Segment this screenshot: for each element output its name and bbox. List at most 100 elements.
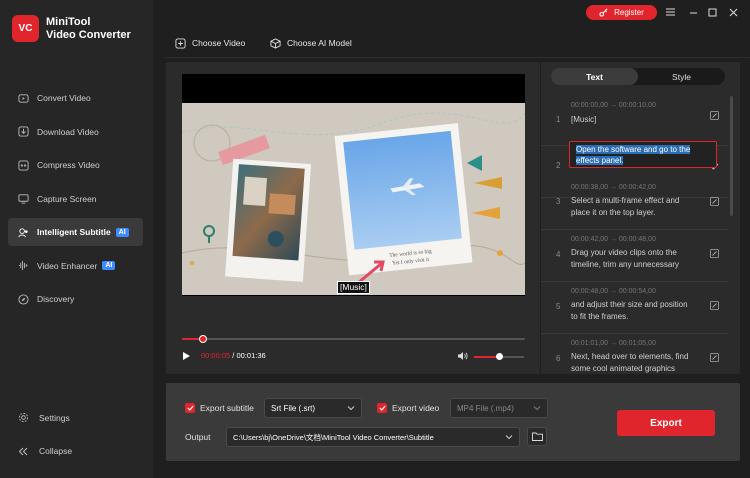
play-button[interactable]: [181, 351, 191, 361]
current-time: 00:00:05: [201, 351, 231, 360]
subtitle-index: 5: [556, 302, 561, 311]
export-button[interactable]: Export: [617, 410, 715, 436]
subtitle-text: Next, head over to elements, find some c…: [571, 352, 689, 373]
video-subtitle-overlay: [Music]: [337, 281, 370, 294]
subtitle-timecode: 00:01:01,00 → 00:01:05,00: [571, 340, 656, 347]
subtitle-index: 2: [556, 161, 561, 170]
brand: VC MiniTool Video Converter: [12, 15, 131, 42]
subtitle-text: [Music]: [571, 115, 597, 124]
edit-icon[interactable]: [710, 249, 719, 258]
key-icon: [599, 8, 608, 17]
sidebar-item-video-enhancer[interactable]: Video Enhancer AI: [8, 252, 143, 280]
sidebar: VC MiniTool Video Converter Convert Vide…: [0, 0, 153, 478]
toolbar-divider: [165, 57, 750, 58]
video-format-select[interactable]: MP4 File (.mp4): [450, 398, 548, 418]
subtitle-tabs: Text Style: [551, 68, 725, 85]
menu-icon[interactable]: [663, 5, 677, 19]
edit-icon[interactable]: [710, 301, 719, 310]
subtitle-format-value: Srt File (.srt): [271, 403, 315, 413]
collapse-label: Collapse: [39, 446, 73, 456]
edit-icon[interactable]: [710, 197, 719, 206]
choose-ai-model-button[interactable]: Choose AI Model: [270, 35, 352, 51]
sidebar-item-intelligent-subtitle[interactable]: Intelligent Subtitle AI: [8, 218, 143, 246]
check-icon: [186, 405, 194, 411]
subtitle-format-select[interactable]: Srt File (.srt): [264, 398, 362, 418]
output-path-select[interactable]: C:\Users\bj\OneDrive\文档\MiniTool Video C…: [226, 427, 520, 447]
sidebar-item-download-video[interactable]: Download Video: [8, 118, 143, 146]
sidebar-item-label: Capture Screen: [37, 193, 97, 204]
subtitle-scrollbar[interactable]: [730, 96, 733, 216]
sidebar-item-capture-screen[interactable]: Capture Screen: [8, 185, 143, 213]
sidebar-item-label: Discovery: [37, 294, 75, 304]
play-icon: [183, 352, 190, 360]
close-icon[interactable]: [726, 5, 740, 19]
app-name-line1: MiniTool: [46, 15, 91, 28]
double-chevron-left-icon: [17, 447, 29, 456]
sidebar-item-convert-video[interactable]: Convert Video: [8, 84, 143, 112]
choose-video-button[interactable]: Choose Video: [175, 35, 245, 51]
choose-video-label: Choose Video: [192, 38, 246, 48]
chevron-down-icon: [347, 406, 355, 411]
export-subtitle-checkbox[interactable]: [185, 403, 195, 413]
settings-button[interactable]: Settings: [17, 412, 137, 423]
register-label: Register: [614, 8, 644, 17]
subtitle-row[interactable]: 1 00:00:00,00 → 00:00:10,00 [Music]: [541, 94, 728, 146]
tab-style[interactable]: Style: [638, 68, 725, 85]
app-name-line2: Video Converter: [46, 28, 131, 41]
subtitle-row[interactable]: 3 00:00:38,00 → 00:00:42,00 Select a mul…: [541, 178, 728, 230]
check-icon: [378, 405, 386, 411]
output-label: Output: [185, 432, 211, 442]
volume-slider[interactable]: [474, 353, 524, 360]
plus-square-icon: [175, 37, 186, 49]
subtitle-row[interactable]: 5 00:00:48,00 → 00:00:54,00 and adjust t…: [541, 282, 728, 334]
compress-icon: [17, 159, 29, 171]
time-display: 00:00:05 / 00:01:36: [201, 351, 266, 360]
sidebar-item-discovery[interactable]: Discovery: [8, 285, 143, 313]
subtitle-icon: [17, 226, 29, 238]
ai-badge: AI: [102, 261, 116, 270]
subtitle-row[interactable]: 6 00:01:01,00 → 00:01:05,00 Next, head o…: [541, 334, 728, 374]
enhancer-icon: [17, 260, 29, 272]
capture-icon: [17, 193, 29, 205]
subtitle-timecode: 00:00:48,00 → 00:00:54,00: [571, 288, 656, 295]
settings-label: Settings: [39, 412, 70, 423]
subtitle-edit-field[interactable]: Open the software and go to the effects …: [569, 141, 717, 168]
subtitle-row[interactable]: 4 00:00:42,00 → 00:00:48,00 Drag your vi…: [541, 230, 728, 282]
sidebar-nav: Convert Video Download Video Compress Vi…: [8, 84, 143, 319]
sidebar-item-label: Download Video: [37, 126, 99, 137]
export-subtitle-label: Export subtitle: [200, 403, 254, 413]
chevron-down-icon: [533, 406, 541, 411]
total-time: 00:01:36: [236, 351, 266, 360]
sidebar-item-label: Video Enhancer: [37, 260, 98, 271]
subtitle-edit-text: Open the software and go to the effects …: [576, 145, 691, 165]
sidebar-item-compress-video[interactable]: Compress Video: [8, 151, 143, 179]
minimize-icon[interactable]: [686, 5, 700, 19]
progress-handle[interactable]: [198, 335, 207, 343]
volume-handle[interactable]: [495, 353, 503, 360]
progress-bar[interactable]: [182, 335, 525, 343]
cube-icon: [270, 37, 281, 49]
subtitle-index: 6: [556, 354, 561, 363]
video-preview[interactable]: The world is so big Yet I only visit it: [182, 74, 525, 296]
edit-icon[interactable]: [710, 111, 719, 120]
collapse-button[interactable]: Collapse: [17, 446, 137, 456]
download-icon: [17, 126, 29, 138]
tab-text[interactable]: Text: [551, 68, 638, 85]
browse-folder-button[interactable]: [527, 427, 547, 446]
export-video-checkbox[interactable]: [377, 403, 387, 413]
output-path-value: C:\Users\bj\OneDrive\文档\MiniTool Video C…: [233, 432, 434, 442]
chevron-down-icon: [505, 435, 513, 440]
subtitle-timecode: 00:00:42,00 → 00:00:48,00: [571, 236, 656, 243]
video-format-value: MP4 File (.mp4): [457, 403, 514, 413]
subtitle-index: 4: [556, 250, 561, 259]
register-button[interactable]: Register: [586, 5, 657, 20]
subtitle-text: and adjust their size and position to fi…: [571, 300, 688, 321]
export-video-label: Export video: [392, 403, 440, 413]
edit-icon[interactable]: [710, 353, 719, 362]
app-name: MiniTool Video Converter: [46, 16, 131, 42]
subtitle-index: 1: [556, 115, 561, 124]
folder-icon: [531, 432, 543, 441]
volume-icon[interactable]: [457, 351, 468, 361]
subtitle-timecode: 00:00:38,00 → 00:00:42,00: [571, 184, 656, 191]
maximize-icon[interactable]: [705, 5, 719, 19]
